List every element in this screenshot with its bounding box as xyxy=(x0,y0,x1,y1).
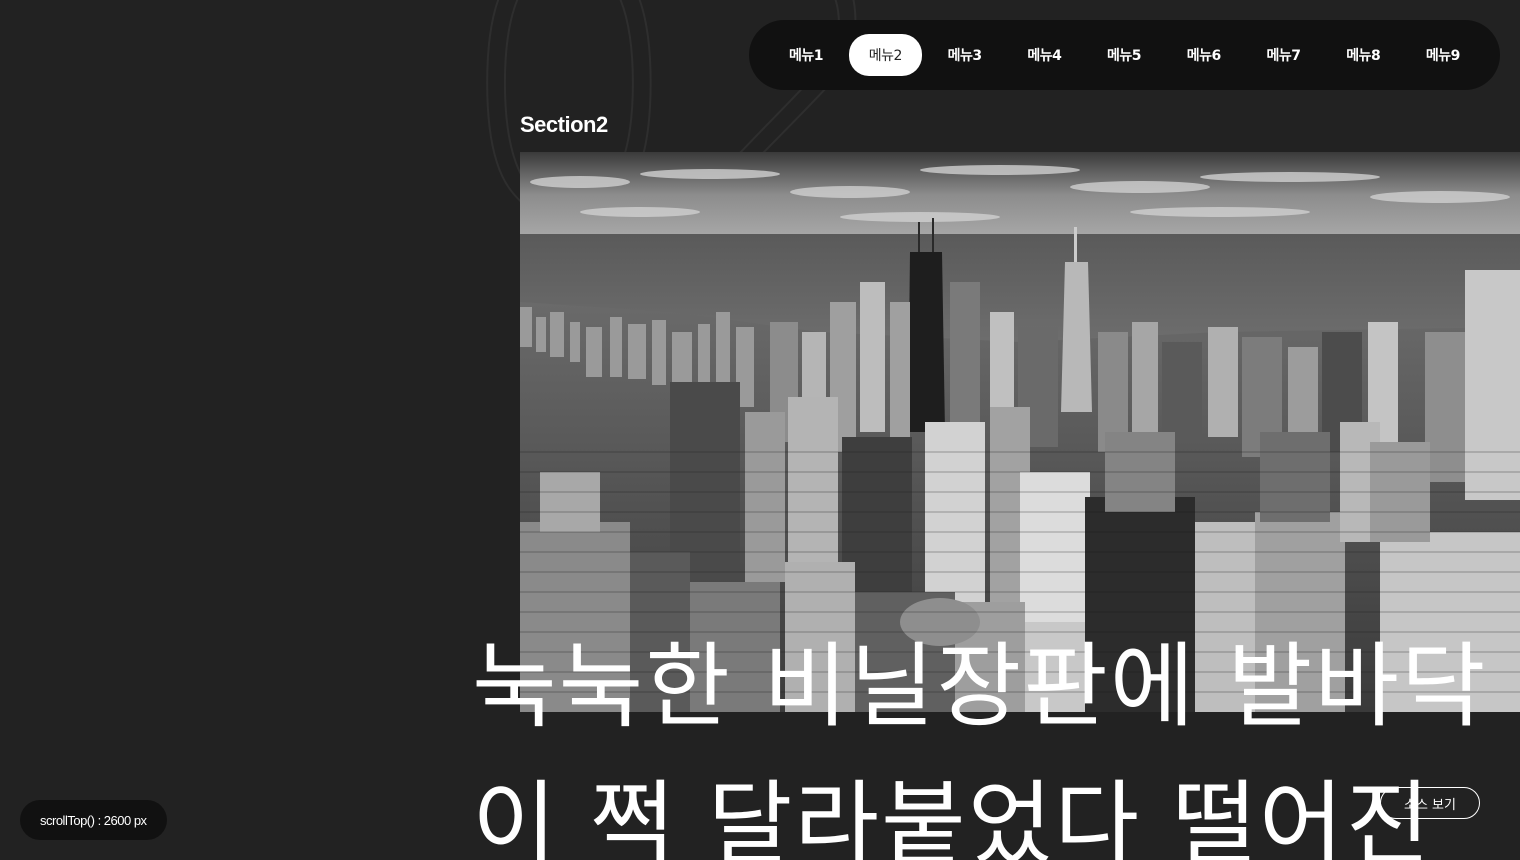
nav-item-menu8[interactable]: 메뉴8 xyxy=(1326,34,1400,76)
hero-text-line1: 눅눅한 비닐장판에 발바닥 xyxy=(472,633,1488,740)
hero-text-line2: 이 쩍 달라붙었다 떨어진 xyxy=(472,771,1433,860)
nav-item-menu7[interactable]: 메뉴7 xyxy=(1246,34,1320,76)
nav-item-menu2[interactable]: 메뉴2 xyxy=(848,34,922,76)
section-title: Section2 xyxy=(520,112,608,137)
nav-item-menu4[interactable]: 메뉴4 xyxy=(1007,34,1081,76)
nav-item-menu5[interactable]: 메뉴5 xyxy=(1087,34,1161,76)
nav-item-menu9[interactable]: 메뉴9 xyxy=(1406,34,1480,76)
scroll-position-badge: scrollTop() : 2600 px xyxy=(20,800,167,840)
nav-item-menu6[interactable]: 메뉴6 xyxy=(1167,34,1241,76)
nav-item-menu1[interactable]: 메뉴1 xyxy=(769,34,843,76)
nav-item-menu3[interactable]: 메뉴3 xyxy=(928,34,1002,76)
hero-text: 눅눅한 비닐장판에 발바닥 이 쩍 달라붙었다 떨어진 xyxy=(472,618,1520,860)
view-source-button[interactable]: 소스 보기 xyxy=(1380,787,1480,819)
top-navigation: 메뉴1 메뉴2 메뉴3 메뉴4 메뉴5 메뉴6 메뉴7 메뉴8 메뉴9 xyxy=(749,20,1500,90)
